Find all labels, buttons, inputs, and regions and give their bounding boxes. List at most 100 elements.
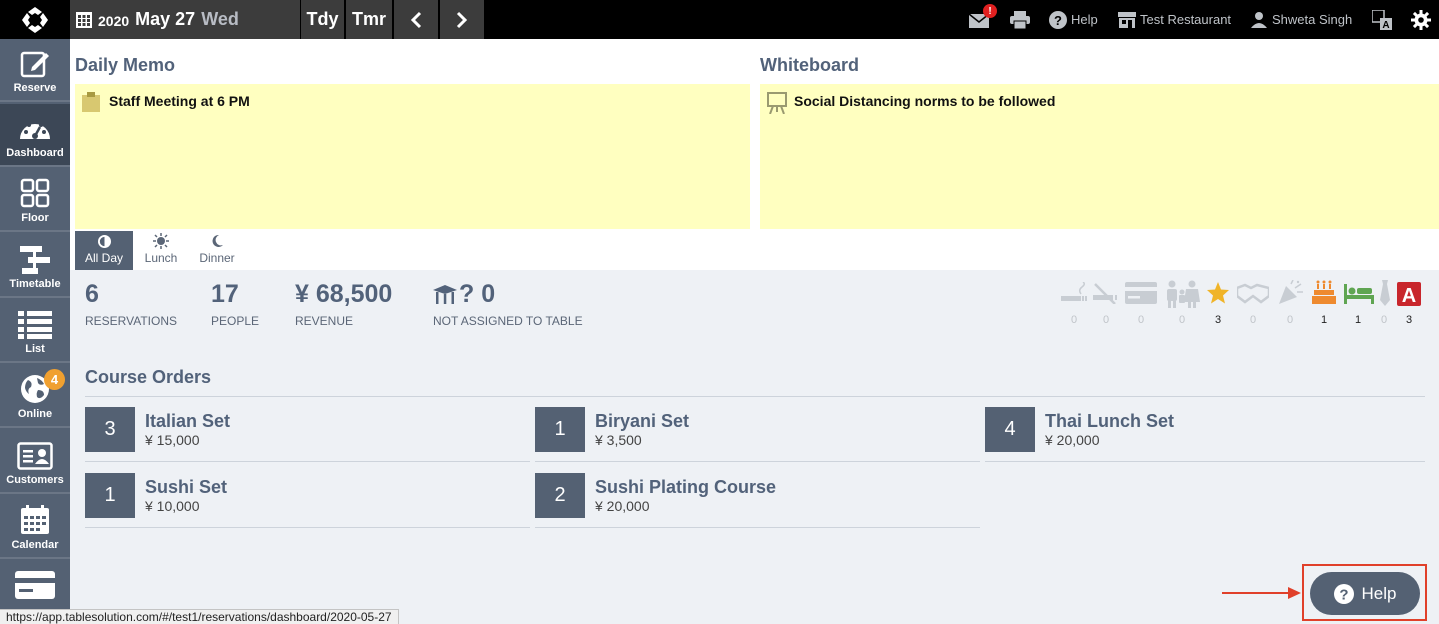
language-button[interactable]: A [1372,0,1392,39]
moon-icon [212,234,223,247]
tab-lunch[interactable]: Lunch [135,231,187,270]
sidebar-item-online[interactable]: Online 4 [0,365,70,428]
sun-icon [153,233,169,249]
tab-label: Lunch [144,251,178,265]
smoking-count: 0 [1070,314,1078,326]
whiteboard-title: Whiteboard [760,55,859,75]
clipboard-icon [82,92,100,112]
calendar-icon [21,505,49,534]
today-button[interactable]: Tdy [301,0,344,39]
tab-all-day[interactable]: All Day [75,231,133,270]
cake-icon [1312,280,1336,304]
user-menu[interactable]: Shweta Singh [1250,0,1352,39]
meal-period-tabs: All Day Lunch Dinner [70,231,1439,270]
help-button[interactable]: ? Help [1310,572,1420,615]
course-name: Sushi Set [145,477,228,497]
course-item[interactable]: 4 Thai Lunch Set ¥ 20,000 [985,397,1425,462]
stat-people: 17 PEOPLE [211,280,259,328]
unassigned-count: ? 0 [459,280,496,308]
tab-label: All Day [84,251,123,265]
help-button-label: Help [1361,583,1397,603]
stat-revenue: ¥ 68,500 REVENUE [295,280,392,328]
restaurant-selector[interactable]: Test Restaurant [1118,0,1231,39]
tomorrow-button[interactable]: Tmr [346,0,392,39]
course-item[interactable]: 2 Sushi Plating Course ¥ 20,000 [535,463,980,528]
timetable-icon [20,246,50,274]
party-count: 0 [1286,314,1294,326]
sidebar-item-dashboard[interactable]: Dashboard [0,104,70,167]
bed-icon [1344,284,1374,304]
credit-card-icon [1125,282,1157,304]
reservations-count: 6 [85,280,99,308]
status-bar-url: https://app.tablesolution.com/#/test1/re… [0,609,399,624]
revenue-amount: ¥ 68,500 [295,280,393,308]
daily-memo-text: Staff Meeting at 6 PM [109,93,250,109]
course-quantity: 1 [535,407,585,452]
sidebar-item-label: List [25,343,45,355]
course-quantity: 3 [85,407,135,452]
tab-dinner[interactable]: Dinner [189,231,245,270]
date-weekday: Wed [201,9,239,29]
sidebar: Reserve Dashboard Floor Timetable List O… [0,39,70,624]
stat-unassigned[interactable]: ? 0 NOT ASSIGNED TO TABLE [433,280,583,328]
next-day-button[interactable] [440,0,484,39]
date-month-day: May 27 [135,9,196,29]
unassigned-label: NOT ASSIGNED TO TABLE [433,314,583,328]
print-button[interactable] [1010,0,1030,39]
previous-day-button[interactable] [394,0,438,39]
course-quantity: 1 [85,473,135,518]
mail-button[interactable]: ! [969,0,997,39]
course-name: Sushi Plating Course [595,477,777,497]
help-link[interactable]: ? Help [1049,0,1098,39]
course-name: Italian Set [145,411,231,431]
course-name: Biryani Set [595,411,690,431]
sidebar-item-label: Calendar [11,539,59,551]
floor-grid-icon [20,178,50,208]
course-price: ¥ 20,000 [595,498,650,514]
whiteboard-note[interactable]: Social Distancing norms to be followed [760,84,1439,229]
sidebar-item-label: Customers [6,474,64,486]
sidebar-item-label: Dashboard [6,147,64,159]
course-price: ¥ 3,500 [595,432,642,448]
sidebar-item-label: Online [17,408,53,420]
daily-memo-note[interactable]: Staff Meeting at 6 PM [75,84,750,229]
sidebar-item-label: Reserve [13,82,57,94]
sidebar-item-reserve[interactable]: Reserve [0,39,70,102]
translate-icon: A [1372,9,1392,30]
table-icon [433,284,457,304]
date-year: 2020 [98,12,130,29]
whiteboard-text: Social Distancing norms to be followed [794,93,1056,109]
date-picker[interactable]: 2020 May 27 Wed [70,0,300,39]
chevron-right-icon [456,11,468,28]
gauge-icon [20,120,50,139]
sidebar-item-calendar[interactable]: Calendar [0,496,70,559]
edit-icon [20,51,49,78]
customer-card-icon [17,442,53,470]
course-item[interactable]: 1 Sushi Set ¥ 10,000 [85,463,530,528]
svg-text:?: ? [1054,13,1062,28]
gear-icon [1411,9,1431,30]
memo-area: Daily Memo Staff Meeting at 6 PM Whitebo… [70,39,1439,231]
settings-button[interactable] [1411,0,1431,39]
printer-icon [1010,10,1030,29]
course-item[interactable]: 3 Italian Set ¥ 15,000 [85,397,530,462]
sidebar-item-list[interactable]: List [0,300,70,363]
chevron-left-icon [410,11,422,28]
course-price: ¥ 10,000 [145,498,200,514]
svg-text:A: A [1402,285,1416,306]
bed-count: 1 [1354,314,1362,326]
smoking-icon [1061,282,1087,301]
user-icon [1251,11,1267,28]
family-count: 0 [1178,314,1186,326]
annotation-arrow-icon [1222,587,1301,599]
stat-reservations: 6 RESERVATIONS [85,280,177,328]
sidebar-item-floor[interactable]: Floor [0,169,70,232]
app-logo-icon[interactable] [0,0,70,39]
store-icon [1118,11,1136,28]
credit-card-count: 0 [1137,314,1145,326]
sidebar-item-timetable[interactable]: Timetable [0,235,70,298]
svg-text:?: ? [1339,586,1348,603]
course-item[interactable]: 1 Biryani Set ¥ 3,500 [535,397,980,462]
question-circle-icon: ? [1333,583,1354,604]
sidebar-item-customers[interactable]: Customers [0,431,70,494]
